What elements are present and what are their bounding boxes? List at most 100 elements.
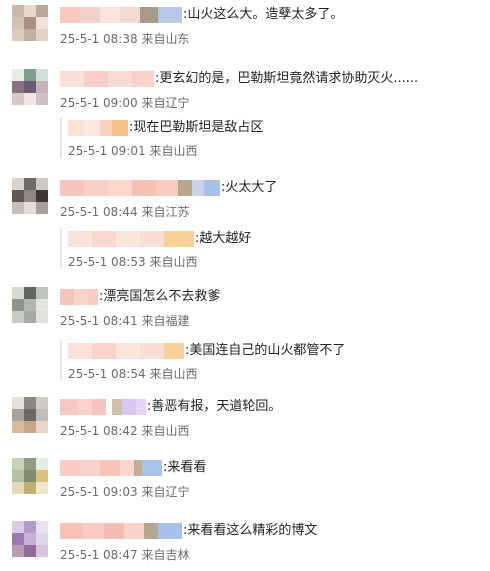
avatar-pixel	[12, 397, 24, 409]
username-link[interactable]	[60, 71, 154, 87]
username-blur-block	[164, 343, 184, 359]
avatar-pixel	[12, 93, 24, 105]
comment-meta: 25-5-1 08:41 来自福建	[60, 314, 189, 328]
comment-item: :来看看这么精彩的博文 25-5-1 08:47 来自吉林	[0, 521, 490, 571]
comment-date: 25-5-1 08:44	[60, 205, 138, 219]
avatar-pixel	[24, 409, 36, 421]
username-blur-block	[178, 180, 192, 196]
username-blur-block	[68, 231, 92, 247]
comment-item: :来看看 25-5-1 09:03 来自辽宁	[0, 458, 490, 518]
avatar[interactable]	[12, 69, 48, 105]
avatar[interactable]	[12, 178, 48, 214]
avatar-pixel	[12, 69, 24, 81]
username-link[interactable]	[60, 7, 182, 23]
reply-indent-bar	[60, 229, 62, 269]
username-blur-block	[120, 7, 140, 23]
comment-meta: 25-5-1 08:47 来自吉林	[60, 548, 189, 562]
username-link[interactable]	[60, 180, 220, 196]
username-link[interactable]	[60, 399, 146, 415]
avatar-pixel	[24, 470, 36, 482]
username-blur-block	[84, 71, 108, 87]
reply-item: :美国连自己的山火都管不了 25-5-1 08:54 来自山西	[0, 341, 490, 387]
avatar-pixel	[12, 545, 24, 557]
username-blur-block	[92, 399, 106, 415]
avatar-pixel	[36, 69, 48, 81]
reply-text: :美国连自己的山火都管不了	[185, 343, 346, 358]
comment-text: :善恶有报，天道轮回。	[147, 399, 282, 414]
username-link[interactable]	[68, 120, 128, 136]
username-blur-block	[78, 399, 92, 415]
username-blur-block	[112, 120, 128, 136]
comment-item: :山火这么大。造孽太多了。 25-5-1 08:38 来自山东	[0, 5, 490, 65]
comment-date: 25-5-1 08:38	[60, 32, 138, 46]
username-blur-block	[116, 343, 140, 359]
avatar-pixel	[12, 178, 24, 190]
avatar-pixel	[24, 299, 36, 311]
avatar[interactable]	[12, 521, 48, 557]
avatar-pixel	[12, 81, 24, 93]
avatar[interactable]	[12, 458, 48, 494]
avatar[interactable]	[12, 5, 48, 41]
avatar-pixel	[36, 470, 48, 482]
comment-location: 来自辽宁	[141, 485, 190, 499]
username-blur-block	[144, 523, 158, 539]
avatar[interactable]	[12, 397, 48, 433]
username-blur-block	[92, 231, 116, 247]
username-blur-block	[140, 7, 158, 23]
comment-date: 25-5-1 09:00	[60, 96, 138, 110]
avatar-pixel	[24, 521, 36, 533]
avatar-pixel	[12, 287, 24, 299]
avatar-pixel	[24, 287, 36, 299]
reply-meta: 25-5-1 09:01 来自山西	[68, 144, 197, 158]
comment-meta: 25-5-1 08:38 来自山东	[60, 32, 189, 46]
comment-location: 来自山西	[141, 424, 190, 438]
username-blur-block	[140, 343, 164, 359]
username-link[interactable]	[68, 231, 194, 247]
username-blur-block	[140, 231, 164, 247]
reply-indent-bar	[60, 341, 62, 381]
avatar-pixel	[12, 521, 24, 533]
reply-meta: 25-5-1 08:53 来自山西	[68, 255, 197, 269]
username-blur-block	[60, 289, 74, 305]
username-blur-block	[158, 7, 182, 23]
reply-meta: 25-5-1 08:54 来自山西	[68, 367, 197, 381]
avatar-pixel	[36, 202, 48, 214]
avatar-pixel	[24, 178, 36, 190]
avatar-pixel	[24, 545, 36, 557]
username-blur-block	[60, 460, 80, 476]
reply-date: 25-5-1 08:54	[68, 367, 146, 381]
username-link[interactable]	[68, 343, 184, 359]
avatar-pixel	[36, 311, 48, 323]
username-blur-block	[88, 289, 98, 305]
avatar-pixel	[36, 178, 48, 190]
username-link[interactable]	[60, 460, 162, 476]
avatar-pixel	[12, 421, 24, 433]
username-blur-block	[158, 523, 182, 539]
avatar-pixel	[36, 29, 48, 41]
reply-location: 来自山西	[149, 255, 198, 269]
avatar-pixel	[36, 93, 48, 105]
comment-text: :来看看这么精彩的博文	[183, 523, 318, 538]
comment-meta: 25-5-1 08:42 来自山西	[60, 424, 189, 438]
comment-item: :漂亮国怎么不去救爹 25-5-1 08:41 来自福建	[0, 287, 490, 347]
avatar-pixel	[12, 202, 24, 214]
username-blur-block	[124, 523, 144, 539]
reply-location: 来自山西	[149, 144, 198, 158]
username-link[interactable]	[60, 523, 182, 539]
avatar-pixel	[12, 5, 24, 17]
avatar-pixel	[12, 17, 24, 29]
comment-text: :漂亮国怎么不去救爹	[99, 289, 221, 304]
username-blur-block	[60, 180, 84, 196]
avatar-pixel	[12, 482, 24, 494]
username-blur-block	[132, 180, 156, 196]
avatar[interactable]	[12, 287, 48, 323]
avatar-pixel	[24, 202, 36, 214]
username-link[interactable]	[60, 289, 98, 305]
comment-meta: 25-5-1 09:03 来自辽宁	[60, 485, 189, 499]
avatar-pixel	[24, 421, 36, 433]
avatar-pixel	[24, 81, 36, 93]
username-blur-block	[122, 399, 136, 415]
username-blur-block	[156, 180, 178, 196]
avatar-pixel	[24, 29, 36, 41]
reply-text: :现在巴勒斯坦是敌占区	[129, 120, 264, 135]
